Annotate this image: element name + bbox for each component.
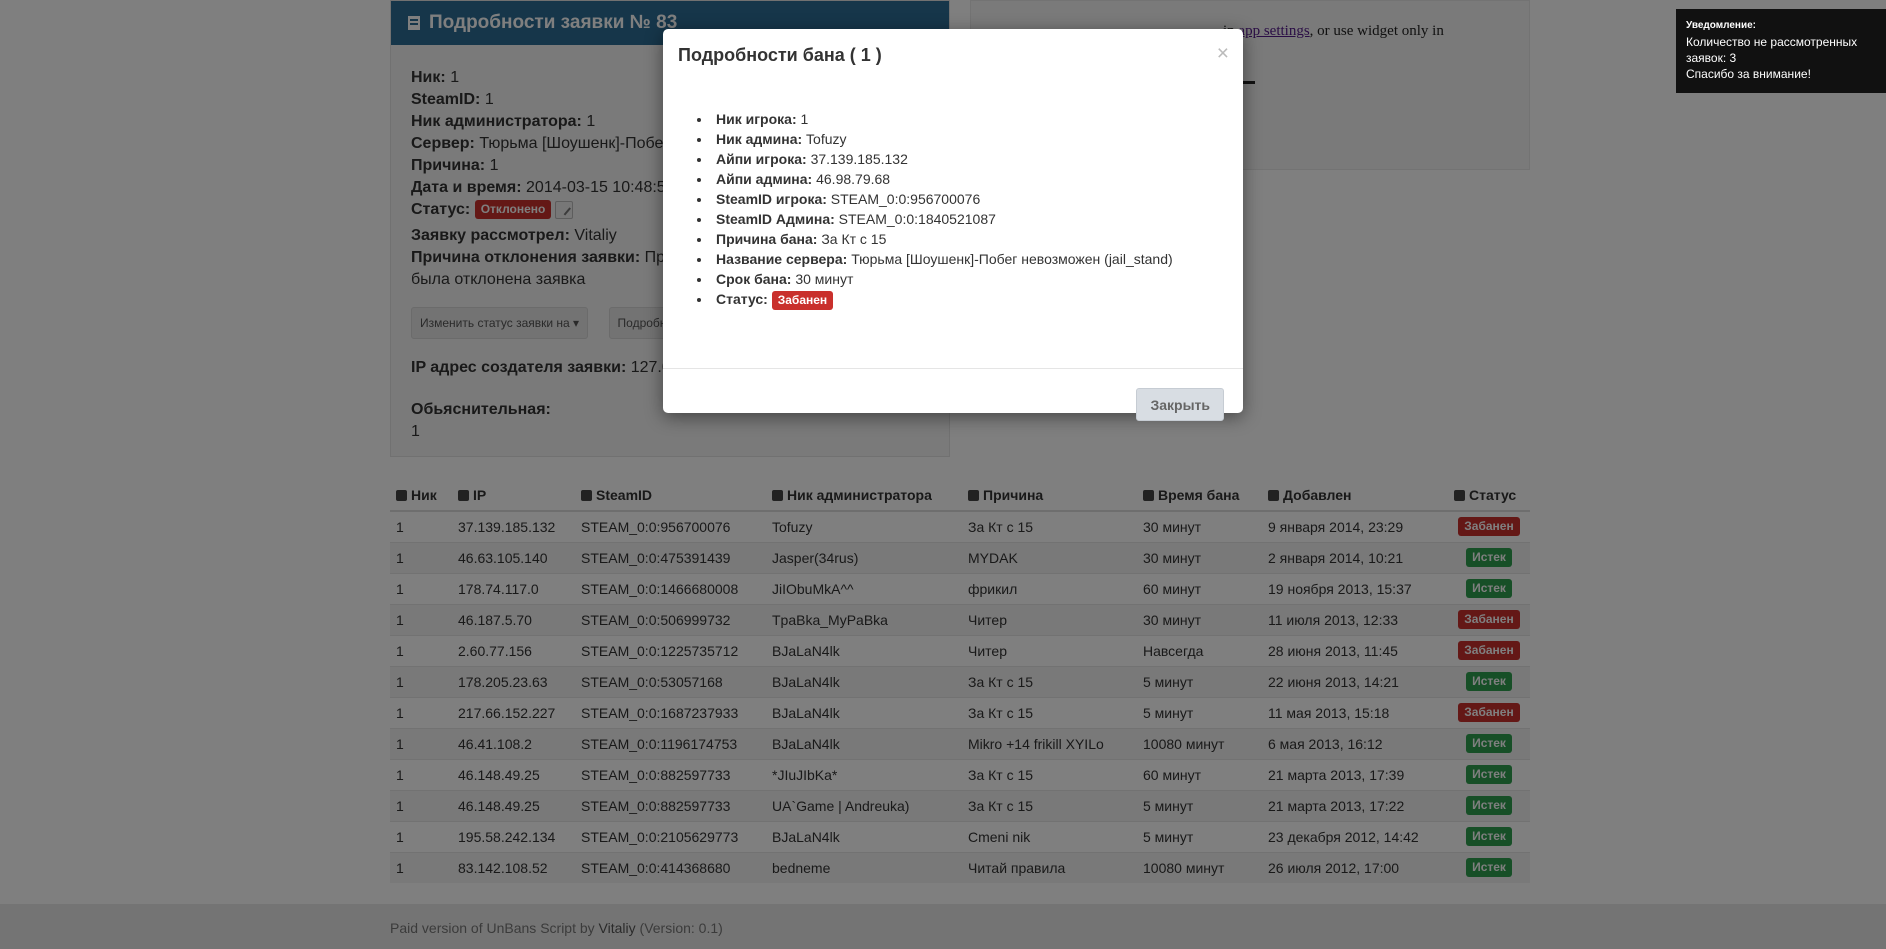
detail-label: Айпи игрока: — [716, 151, 807, 167]
modal-footer: Закрыть — [663, 369, 1243, 443]
list-item: SteamID игрока: STEAM_0:0:956700076 — [697, 189, 1209, 209]
detail-label: Статус: — [716, 291, 768, 307]
modal-title: Подробности бана ( 1 ) — [678, 45, 882, 65]
list-item: SteamID Админа: STEAM_0:0:1840521087 — [697, 209, 1209, 229]
ban-details-list: Ник игрока: 1Ник админа: TofuzyАйпи игро… — [697, 109, 1209, 310]
toast-title: Уведомление: — [1686, 20, 1756, 31]
toast-message: Количество не рассмотренных заявок: 3 — [1686, 35, 1858, 65]
toast-thanks: Спасибо за внимание! — [1686, 67, 1811, 81]
detail-label: Айпи админа: — [716, 171, 813, 187]
detail-label: Название сервера: — [716, 251, 848, 267]
detail-value: Tofuzy — [806, 131, 847, 147]
detail-value: STEAM_0:0:1840521087 — [838, 211, 996, 227]
detail-value: 37.139.185.132 — [810, 151, 908, 167]
status-badge: Забанен — [771, 290, 834, 310]
modal-header: Подробности бана ( 1 ) × — [663, 29, 1243, 85]
detail-value: Тюрьма [Шоушенк]-Побег невозможен (jail_… — [851, 251, 1173, 267]
detail-value: 1 — [800, 111, 809, 127]
ban-details-modal: Подробности бана ( 1 ) × Ник игрока: 1Ни… — [663, 29, 1243, 421]
list-item: Айпи игрока: 37.139.185.132 — [697, 149, 1209, 169]
list-item-status: Статус: Забанен — [697, 289, 1209, 310]
detail-label: Ник админа: — [716, 131, 803, 147]
detail-value: 30 минут — [795, 271, 854, 287]
detail-label: Ник игрока: — [716, 111, 797, 127]
list-item: Название сервера: Тюрьма [Шоушенк]-Побег… — [697, 249, 1209, 269]
detail-label: Причина бана: — [716, 231, 818, 247]
close-button[interactable]: Закрыть — [1136, 388, 1224, 421]
notification-toast: Уведомление: Количество не рассмотренных… — [1676, 9, 1886, 93]
list-item: Причина бана: За Кт с 15 — [697, 229, 1209, 249]
detail-label: SteamID игрока: — [716, 191, 827, 207]
list-item: Срок бана: 30 минут — [697, 269, 1209, 289]
detail-label: Срок бана: — [716, 271, 792, 287]
detail-value: STEAM_0:0:956700076 — [830, 191, 981, 207]
list-item: Ник админа: Tofuzy — [697, 129, 1209, 149]
close-icon[interactable]: × — [1217, 43, 1229, 64]
detail-label: SteamID Админа: — [716, 211, 835, 227]
modal-body: Ник игрока: 1Ник админа: TofuzyАйпи игро… — [663, 85, 1243, 369]
detail-value: За Кт с 15 — [821, 231, 887, 247]
list-item: Айпи админа: 46.98.79.68 — [697, 169, 1209, 189]
list-item: Ник игрока: 1 — [697, 109, 1209, 129]
detail-value: 46.98.79.68 — [816, 171, 891, 187]
